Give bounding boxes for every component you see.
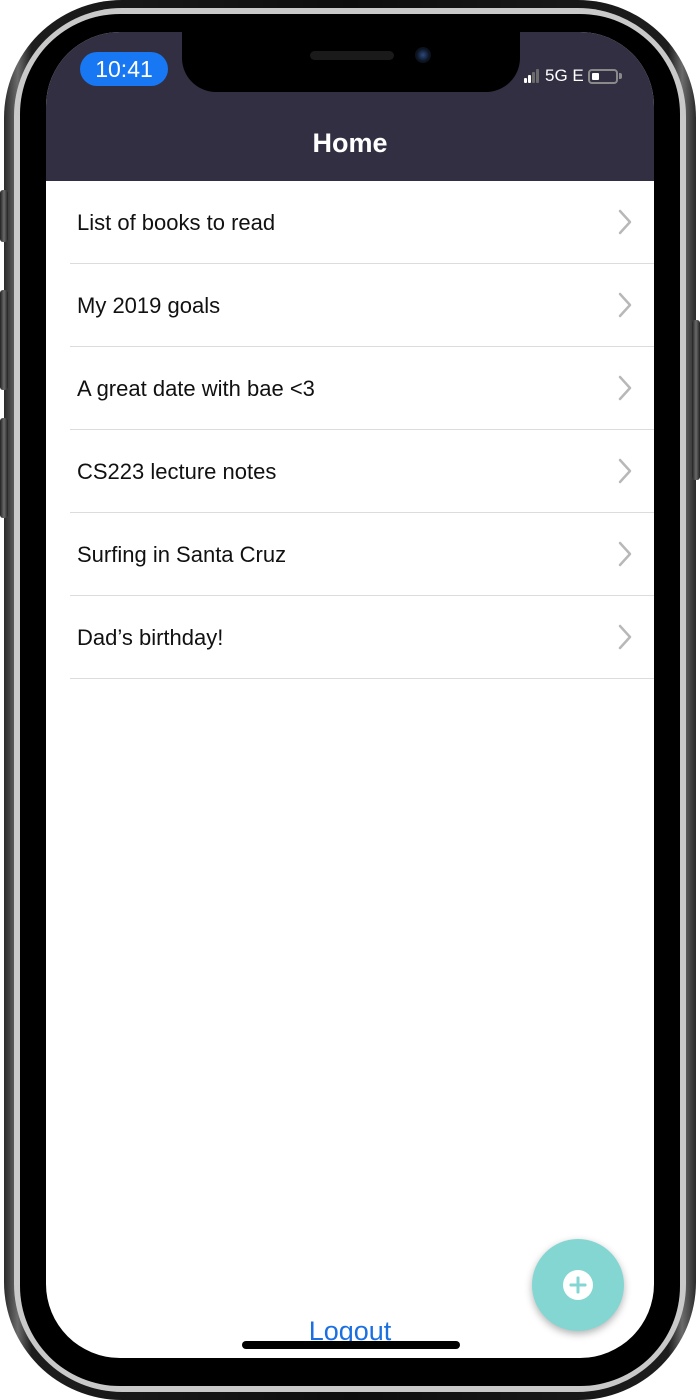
speaker-grille [310, 51, 394, 60]
list-item[interactable]: A great date with bae <3 [46, 347, 654, 430]
battery-level [591, 72, 599, 80]
device-notch [182, 32, 520, 92]
signal-bar [536, 69, 539, 83]
chevron-right-icon [618, 541, 632, 567]
mute-switch [0, 190, 8, 242]
list-item[interactable]: Dad’s birthday! [46, 596, 654, 679]
list-item-label: Surfing in Santa Cruz [77, 542, 287, 567]
list-item-label: List of books to read [77, 210, 276, 235]
status-time: 10:41 [80, 52, 168, 86]
status-indicators: 5G E [524, 65, 622, 87]
cellular-signal-icon [524, 69, 540, 83]
power-button [692, 320, 700, 480]
network-type-label: 5G E [545, 66, 584, 85]
chevron-right-icon [618, 458, 632, 484]
chevron-right-icon [618, 624, 632, 650]
list-item[interactable]: My 2019 goals [46, 264, 654, 347]
list-item-label: CS223 lecture notes [77, 459, 277, 484]
signal-bar [524, 78, 527, 83]
battery-cap [618, 73, 622, 79]
list-item[interactable]: Surfing in Santa Cruz [46, 513, 654, 596]
add-note-button[interactable] [532, 1239, 624, 1331]
list-item-label: Dad’s birthday! [77, 625, 224, 650]
plus-circle-icon [563, 1270, 593, 1300]
notes-list: List of books to read My 2019 goals A grea… [46, 181, 654, 679]
list-item[interactable]: CS223 lecture notes [46, 430, 654, 513]
list-item-label: My 2019 goals [77, 293, 221, 318]
volume-down-button [0, 418, 8, 518]
list-item-label: A great date with bae <3 [77, 376, 315, 401]
app-screen: Home 10:41 5G E List of books to read My … [46, 32, 654, 1358]
signal-bar [532, 72, 535, 83]
chevron-right-icon [618, 375, 632, 401]
chevron-right-icon [618, 209, 632, 235]
page-title: Home [312, 128, 388, 158]
list-item[interactable]: List of books to read [46, 181, 654, 264]
volume-up-button [0, 290, 8, 390]
chevron-right-icon [618, 292, 632, 318]
front-camera-icon [415, 47, 431, 63]
battery-icon [587, 68, 618, 84]
signal-bar [528, 75, 531, 83]
home-indicator[interactable] [242, 1341, 460, 1349]
